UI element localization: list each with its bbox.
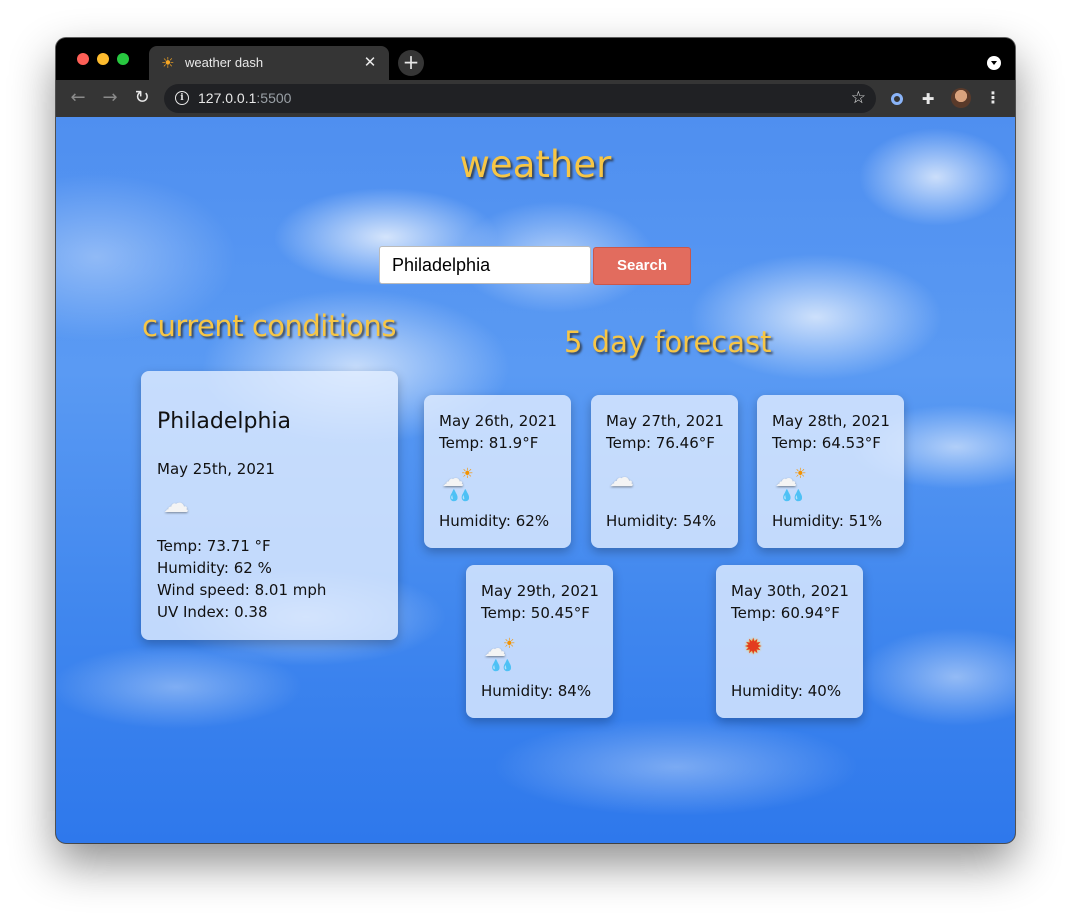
info-icon[interactable]: i <box>175 91 189 105</box>
browser-tab[interactable]: ☀ weather dash ✕ <box>149 46 389 80</box>
tab-bar: ☀ weather dash ✕ + <box>56 38 1015 80</box>
forecast-date: May 30th, 2021 <box>731 582 849 600</box>
menu-kebab-icon[interactable]: ⋮ <box>984 88 1002 108</box>
current-conditions-card: Philadelphia May 25th, 2021 ☁ Temp: 73.7… <box>141 371 398 640</box>
page-title: weather <box>459 143 612 186</box>
current-temp: Temp: 73.71 °F <box>157 537 271 555</box>
forecast-temp: Temp: 64.53°F <box>772 434 881 452</box>
url-port: :5500 <box>256 90 292 106</box>
current-conditions-heading: current conditions <box>142 309 397 343</box>
forecast-humidity: Humidity: 84% <box>481 682 592 700</box>
current-city: Philadelphia <box>157 409 292 434</box>
forecast-card: May 27th, 2021 Temp: 76.46°F ☁ Humidity:… <box>591 395 738 548</box>
forecast-temp: Temp: 76.46°F <box>606 434 715 452</box>
forecast-humidity: Humidity: 40% <box>731 682 842 700</box>
url-host: 127.0.0.1 <box>198 90 257 106</box>
extension-icon[interactable] <box>887 89 907 109</box>
cloud-icon: ☁ <box>609 463 634 492</box>
tab-search-icon[interactable] <box>987 56 1001 70</box>
search-button[interactable]: Search <box>593 247 691 285</box>
close-tab-icon[interactable]: ✕ <box>361 52 379 72</box>
url-text[interactable]: 127.0.0.1:5500 <box>198 90 291 106</box>
minimize-window-button[interactable] <box>97 53 109 65</box>
rain-sun-icon: ☁ ☀ 💧💧 <box>442 466 474 502</box>
sun-icon: ☀ <box>161 54 175 72</box>
forecast-humidity: Humidity: 54% <box>606 512 717 530</box>
bookmark-star-icon[interactable]: ☆ <box>851 88 866 108</box>
new-tab-button[interactable]: + <box>398 50 424 76</box>
current-date: May 25th, 2021 <box>157 460 275 478</box>
forecast-date: May 28th, 2021 <box>772 412 890 430</box>
browser-toolbar: ← → ↻ i 127.0.0.1:5500 ☆ ✚ ⋮ <box>56 80 1015 117</box>
current-wind: Wind speed: 8.01 mph <box>157 581 327 599</box>
forecast-temp: Temp: 81.9°F <box>439 434 539 452</box>
address-bar[interactable]: i 127.0.0.1:5500 ☆ <box>164 84 876 113</box>
forecast-card: May 28th, 2021 Temp: 64.53°F ☁ ☀ 💧💧 Humidi… <box>757 395 904 548</box>
close-window-button[interactable] <box>77 53 89 65</box>
puzzle-icon[interactable]: ✚ <box>918 89 938 109</box>
forecast-heading: 5 day forecast <box>564 325 772 359</box>
sun-icon: ✹ <box>744 635 763 660</box>
forecast-date: May 27th, 2021 <box>606 412 724 430</box>
rain-sun-icon: ☁ ☀ 💧💧 <box>484 636 516 672</box>
forecast-card: May 30th, 2021 Temp: 60.94°F ✹ Humidity:… <box>716 565 863 718</box>
avatar[interactable] <box>951 88 971 108</box>
tab-title: weather dash <box>185 55 264 70</box>
cloud-icon: ☁ <box>163 489 189 519</box>
back-arrow-icon[interactable]: ← <box>66 86 90 110</box>
weather-page: weather Philadelphia Search current cond… <box>56 117 1015 843</box>
forecast-date: May 26th, 2021 <box>439 412 557 430</box>
browser-window: ☀ weather dash ✕ + ← → ↻ i 127.0.0.1:550… <box>56 38 1015 843</box>
forward-arrow-icon[interactable]: → <box>98 86 122 110</box>
maximize-window-button[interactable] <box>117 53 129 65</box>
forecast-temp: Temp: 60.94°F <box>731 604 840 622</box>
reload-icon[interactable]: ↻ <box>130 86 154 110</box>
forecast-humidity: Humidity: 62% <box>439 512 550 530</box>
current-humidity: Humidity: 62 % <box>157 559 272 577</box>
city-search-input[interactable]: Philadelphia <box>379 246 591 284</box>
rain-sun-icon: ☁ ☀ 💧💧 <box>775 466 807 502</box>
forecast-temp: Temp: 50.45°F <box>481 604 590 622</box>
forecast-card: May 29th, 2021 Temp: 50.45°F ☁ ☀ 💧💧 Humidi… <box>466 565 613 718</box>
forecast-humidity: Humidity: 51% <box>772 512 883 530</box>
current-uv: UV Index: 0.38 <box>157 603 268 621</box>
forecast-date: May 29th, 2021 <box>481 582 599 600</box>
forecast-card: May 26th, 2021 Temp: 81.9°F ☁ ☀ 💧💧 Humidit… <box>424 395 571 548</box>
